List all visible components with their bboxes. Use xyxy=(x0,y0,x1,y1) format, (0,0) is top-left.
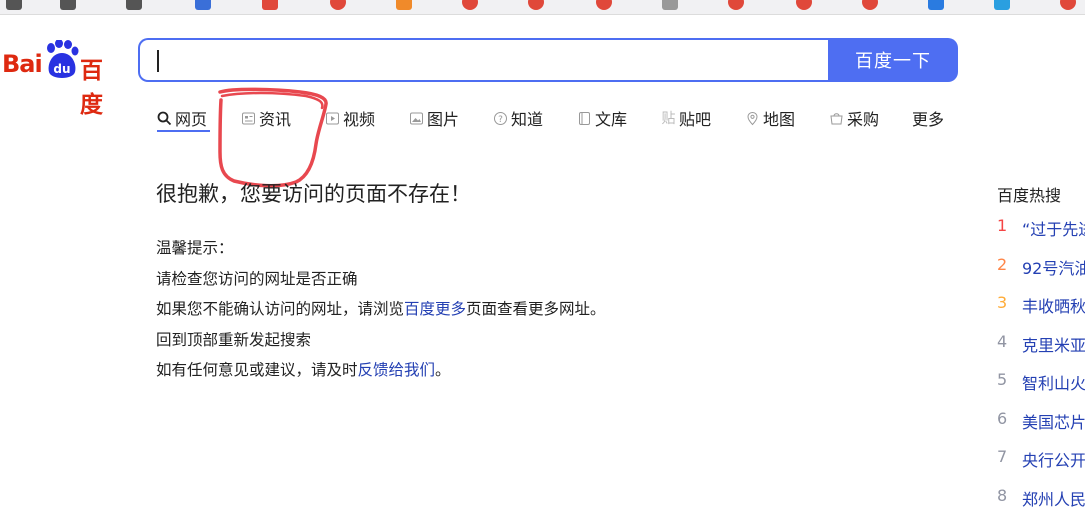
bookmark-favicon[interactable] xyxy=(928,0,944,10)
hot-search-text[interactable]: 央行公开 xyxy=(1022,447,1085,471)
error-tips: 温馨提示： 请检查您访问的网址是否正确 如果您不能确认访问的网址，请浏览百度更多… xyxy=(156,233,606,386)
tab-wenku[interactable]: 文库 xyxy=(577,104,627,132)
tab-label: 地图 xyxy=(763,106,795,130)
image-icon xyxy=(409,111,424,126)
hot-rank: 2 xyxy=(997,255,1011,274)
logo-latin: Bai xyxy=(2,50,42,78)
bookmark-favicon[interactable] xyxy=(662,0,678,10)
hot-rank: 6 xyxy=(997,409,1011,428)
tip-text: 。 xyxy=(435,361,451,379)
logo-chinese: 百度 xyxy=(80,51,102,119)
hot-search-text[interactable]: 智利山火 xyxy=(1022,370,1085,394)
search-button[interactable]: 百度一下 xyxy=(828,38,958,82)
hot-rank: 3 xyxy=(997,293,1011,312)
hot-rank: 5 xyxy=(997,370,1011,389)
tieba-icon: 贴 xyxy=(661,111,676,126)
hot-rank: 4 xyxy=(997,332,1011,351)
bookmark-favicon[interactable] xyxy=(796,0,812,10)
document-icon xyxy=(577,111,592,126)
paw-icon: du xyxy=(44,40,80,84)
map-icon xyxy=(745,111,760,126)
hot-search-title[interactable]: 百度热搜 xyxy=(997,182,1061,206)
hot-search-list: 1 “过于先进 2 92号汽油 3 丰收晒秋 4 克里米亚 5 智利山火 6 美… xyxy=(997,214,1085,522)
hot-search-item[interactable]: 4 克里米亚 xyxy=(997,330,1085,369)
hot-search-text[interactable]: 丰收晒秋 xyxy=(1022,293,1085,317)
hot-search-text[interactable]: 郑州人民 xyxy=(1022,486,1085,510)
tip-text: 如有任何意见或建议，请及时 xyxy=(156,361,358,379)
hot-search-text[interactable]: 92号汽油 xyxy=(1022,255,1085,279)
tip-text: 如果您不能确认访问的网址，请浏览 xyxy=(156,300,404,318)
bookmark-favicon[interactable] xyxy=(862,0,878,10)
tab-zhidao[interactable]: ? 知道 xyxy=(493,104,543,132)
hot-search-item[interactable]: 6 美国芯片 xyxy=(997,407,1085,446)
search-box[interactable] xyxy=(138,38,828,82)
tab-label: 知道 xyxy=(511,106,543,130)
feedback-link[interactable]: 反馈给我们 xyxy=(358,361,436,379)
hot-search-text[interactable]: 克里米亚 xyxy=(1022,332,1085,356)
baidu-more-link[interactable]: 百度更多 xyxy=(404,300,466,318)
tab-label: 网页 xyxy=(175,106,207,130)
bookmark-favicon[interactable] xyxy=(330,0,346,10)
hot-rank: 7 xyxy=(997,447,1011,466)
bookmark-favicon[interactable] xyxy=(596,0,612,10)
hot-search-item[interactable]: 2 92号汽油 xyxy=(997,253,1085,292)
bookmark-favicon[interactable] xyxy=(60,0,76,10)
bookmark-favicon[interactable] xyxy=(396,0,412,10)
hot-search-item[interactable]: 8 郑州人民 xyxy=(997,484,1085,522)
tab-label: 更多 xyxy=(912,106,944,130)
browser-bookmarks-bar xyxy=(0,0,1085,15)
hot-search-item[interactable]: 7 央行公开 xyxy=(997,445,1085,484)
bookmark-favicon[interactable] xyxy=(6,0,22,10)
tab-label: 图片 xyxy=(427,106,459,130)
tab-label: 视频 xyxy=(343,106,375,130)
bookmark-favicon[interactable] xyxy=(126,0,142,10)
tip-text: 页面查看更多网址。 xyxy=(466,300,606,318)
hot-search-item[interactable]: 3 丰收晒秋 xyxy=(997,291,1085,330)
tip-back-to-top: 回到顶部重新发起搜索 xyxy=(156,325,606,356)
hot-search-item[interactable]: 5 智利山火 xyxy=(997,368,1085,407)
bookmark-favicon[interactable] xyxy=(462,0,478,10)
question-icon: ? xyxy=(493,111,508,126)
tab-label: 贴吧 xyxy=(679,106,711,130)
paw-text: du xyxy=(53,62,70,76)
purchase-icon xyxy=(829,111,844,126)
tab-tieba[interactable]: 贴 贴吧 xyxy=(661,104,711,132)
tip-check-url: 请检查您访问的网址是否正确 xyxy=(156,264,606,295)
bookmark-favicon[interactable] xyxy=(262,0,278,10)
tab-map[interactable]: 地图 xyxy=(745,104,795,132)
active-tab-indicator xyxy=(157,130,210,132)
tab-label: 采购 xyxy=(847,106,879,130)
search-icon xyxy=(157,111,172,126)
bookmark-favicon[interactable] xyxy=(528,0,544,10)
annotation-scribble xyxy=(214,86,334,191)
error-title: 很抱歉，您要访问的页面不存在！ xyxy=(156,178,471,208)
bookmark-favicon[interactable] xyxy=(195,0,211,10)
tip-feedback: 如有任何意见或建议，请及时反馈给我们。 xyxy=(156,355,606,386)
hot-search-text[interactable]: 美国芯片 xyxy=(1022,409,1085,433)
tab-images[interactable]: 图片 xyxy=(409,104,459,132)
bookmark-favicon[interactable] xyxy=(728,0,744,10)
hot-rank: 8 xyxy=(997,486,1011,505)
search-input[interactable] xyxy=(154,46,808,76)
bookmark-favicon[interactable] xyxy=(1060,0,1076,10)
tab-web[interactable]: 网页 xyxy=(157,104,207,132)
bookmark-favicon[interactable] xyxy=(994,0,1010,10)
tips-heading: 温馨提示： xyxy=(156,233,606,264)
hot-rank: 1 xyxy=(997,216,1011,235)
tab-purchase[interactable]: 采购 xyxy=(829,104,879,132)
tip-browse-more: 如果您不能确认访问的网址，请浏览百度更多页面查看更多网址。 xyxy=(156,294,606,325)
tab-more[interactable]: 更多 xyxy=(912,104,944,132)
svg-text:?: ? xyxy=(498,115,503,125)
hot-search-text[interactable]: “过于先进 xyxy=(1022,216,1085,240)
tab-label: 文库 xyxy=(595,106,627,130)
hot-search-item[interactable]: 1 “过于先进 xyxy=(997,214,1085,253)
